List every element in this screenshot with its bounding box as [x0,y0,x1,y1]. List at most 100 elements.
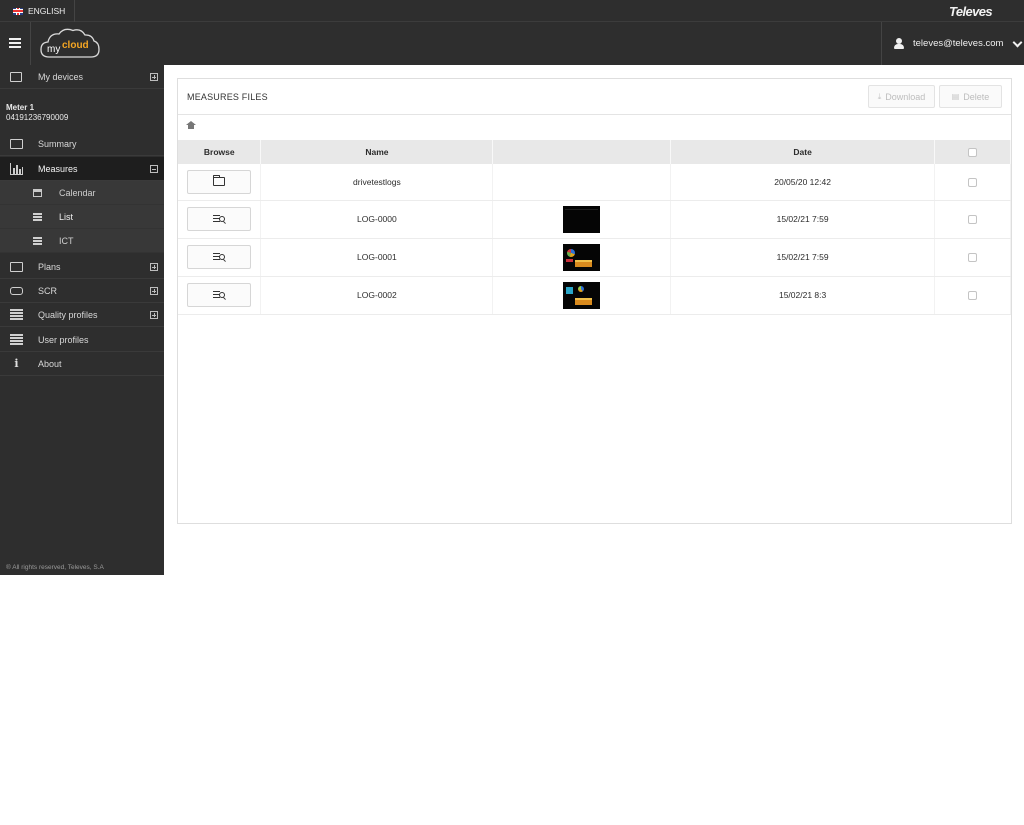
sidebar-subitem-label: List [59,211,74,222]
plans-icon [10,262,23,272]
sidebar-item-scr[interactable]: SCR [0,279,164,303]
logo-text-my: my [47,44,60,55]
download-label: Download [885,91,926,102]
meter-info: Meter 1 04191236790009 [6,103,68,123]
expand-plus-icon[interactable] [150,311,158,319]
sidebar-item-measures[interactable]: Measures [0,157,164,181]
browse-button[interactable] [187,283,252,307]
page-title: MEASURES FILES [187,92,268,102]
log-thumbnail[interactable] [563,205,601,233]
row-checkbox[interactable] [968,215,977,225]
table-row[interactable]: LOG-0000 15/02/21 7:59 [178,200,1011,239]
download-button[interactable]: ⤓ Download [868,85,935,108]
user-profiles-icon [10,334,23,346]
browse-button[interactable] [187,245,252,269]
log-thumbnail[interactable] [563,281,601,309]
televes-brand-logo: Televes [948,4,993,19]
delete-label: Delete [963,91,990,102]
log-thumbnail[interactable] [563,243,601,271]
user-email: televes@televes.com [913,38,1004,49]
summary-icon [10,139,23,149]
sidebar-item-label: Summary [38,138,77,149]
cloud-logo-icon: my cloud [40,28,100,58]
file-preview [492,164,672,201]
files-table: Browse Name Date drivetestlogs 20/05/20 … [178,140,1011,315]
row-checkbox[interactable] [968,177,977,187]
sidebar-item-label: About [38,358,62,369]
folder-icon [213,175,226,187]
user-icon [894,37,904,50]
view-log-icon [212,214,226,224]
list-icon [33,213,42,221]
sidebar-item-label: SCR [38,285,58,296]
col-browse: Browse [178,140,262,164]
table-row[interactable]: drivetestlogs 20/05/20 12:42 [178,164,1011,201]
uk-flag-icon [13,7,23,15]
col-select [934,140,1011,164]
language-label: ENGLISH [28,6,66,16]
meter-name: Meter 1 [6,103,35,112]
sidebar: My devices Meter 1 04191236790009 Summar… [0,65,164,575]
col-date[interactable]: Date [670,140,936,164]
table-row[interactable]: LOG-0002 15/02/21 8:3 [178,276,1011,315]
devices-icon [10,72,22,82]
scr-icon [10,287,23,295]
sidebar-item-plans[interactable]: Plans [0,255,164,279]
sidebar-subitem-list[interactable]: List [0,205,164,229]
file-date: 20/05/20 12:42 [670,164,936,201]
file-name: LOG-0001 [260,238,494,277]
row-checkbox[interactable] [968,291,977,301]
list-icon [33,237,42,245]
sidebar-item-summary[interactable]: Summary [0,132,164,156]
col-name[interactable]: Name [260,140,494,164]
top-strip: ENGLISH Televes [0,0,1024,22]
browse-button[interactable] [187,169,252,194]
home-icon[interactable] [186,121,196,129]
language-selector[interactable]: ENGLISH [0,0,76,22]
expand-plus-icon[interactable] [150,263,158,271]
measures-files-panel: MEASURES FILES ⤓ Download ▤ Delete Brows… [177,78,1012,524]
sidebar-item-user-profiles[interactable]: User profiles [0,328,164,352]
browse-button[interactable] [187,207,252,231]
sidebar-item-label: User profiles [38,334,89,345]
sidebar-item-quality-profiles[interactable]: Quality profiles [0,303,164,327]
meter-id: 04191236790009 [6,113,69,122]
trash-icon: ▤ [951,92,960,101]
sidebar-item-about[interactable]: i About [0,352,164,376]
sidebar-item-my-devices[interactable]: My devices [0,65,164,89]
sidebar-item-label: Plans [38,261,61,272]
file-name: LOG-0002 [260,276,494,315]
file-date: 15/02/21 8:3 [670,276,936,315]
bar-chart-icon [10,163,23,175]
chevron-down-icon [1012,37,1023,47]
copyright-text: ® All rights reserved, Televes, S.A [6,564,104,571]
col-preview [492,140,672,164]
user-menu[interactable]: televes@televes.com [881,22,1024,65]
sidebar-subitem-ict[interactable]: ICT [0,229,164,253]
row-checkbox[interactable] [968,253,977,263]
sidebar-item-label: My devices [38,71,84,82]
sidebar-item-label: Measures [38,163,78,174]
file-name: drivetestlogs [260,164,494,201]
sidebar-subitem-calendar[interactable]: Calendar [0,181,164,205]
download-icon: ⤓ [877,91,882,101]
view-log-icon [212,290,226,300]
expand-plus-icon[interactable] [150,287,158,295]
logo-text-cloud: cloud [62,40,89,51]
calendar-icon [33,189,42,197]
mycloud-logo[interactable]: my cloud [30,22,110,65]
menu-toggle-icon[interactable] [9,38,21,48]
file-name: LOG-0000 [260,200,494,239]
info-icon: i [14,357,19,370]
expand-plus-icon[interactable] [150,73,158,81]
delete-button[interactable]: ▤ Delete [939,85,1002,108]
breadcrumb[interactable] [186,121,196,130]
select-all-checkbox[interactable] [968,148,977,158]
table-header-row: Browse Name Date [178,140,1011,164]
quality-profiles-icon [10,309,23,321]
app-header: my cloud televes@televes.com [0,22,1024,65]
file-date: 15/02/21 7:59 [670,238,936,277]
panel-header: MEASURES FILES ⤓ Download ▤ Delete [178,79,1011,115]
collapse-minus-icon[interactable] [150,165,158,173]
table-row[interactable]: LOG-0001 15/02/21 7:59 [178,238,1011,277]
